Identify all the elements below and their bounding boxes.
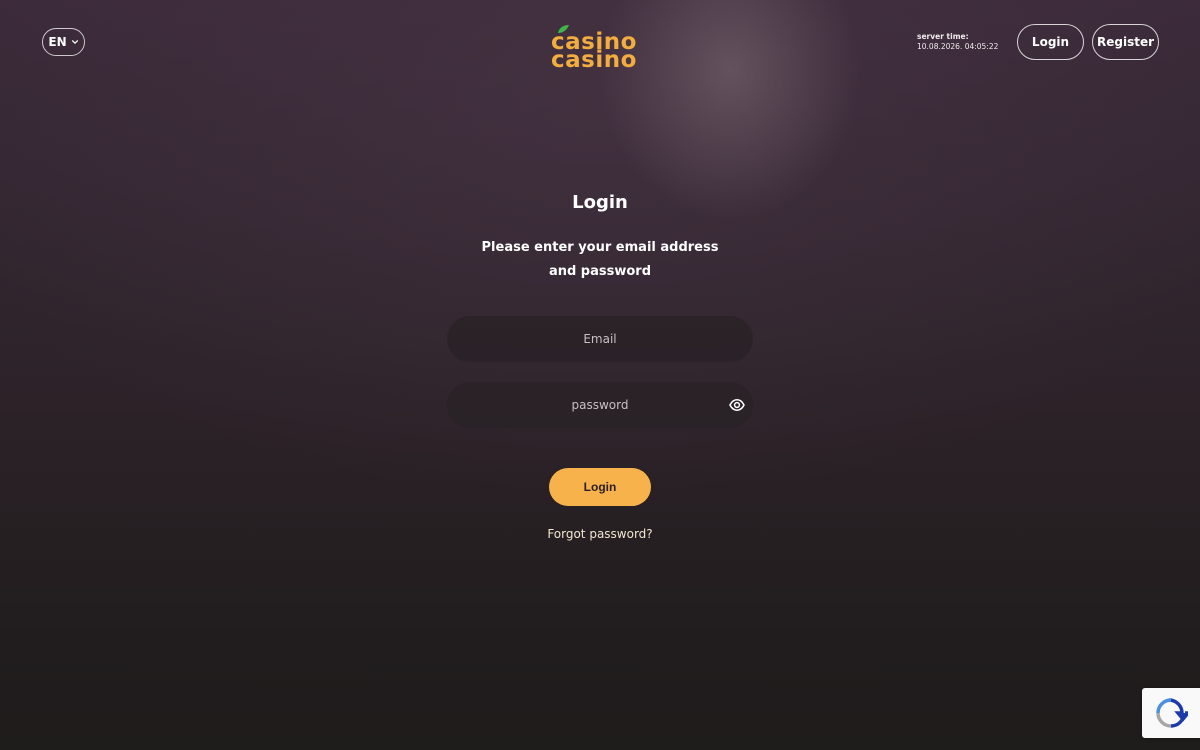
site-logo[interactable]: casino casino (551, 24, 651, 73)
chevron-down-icon (71, 40, 78, 44)
header-login-button[interactable]: Login (1017, 24, 1084, 60)
language-selector[interactable]: EN (42, 28, 85, 56)
recaptcha-icon (1156, 698, 1188, 728)
password-input[interactable] (447, 382, 753, 428)
forgot-password-link[interactable]: Forgot password? (0, 527, 1200, 541)
language-label: EN (48, 35, 67, 49)
server-time: server time: 10.08.2026. 04:05:22 (917, 32, 1007, 52)
email-input[interactable] (447, 316, 753, 362)
header-register-button[interactable]: Register (1092, 24, 1159, 60)
page-title: Login (572, 192, 628, 213)
form-subtitle: Please enter your email address and pass… (481, 240, 719, 279)
logo-text-bottom: casino (551, 47, 637, 73)
eye-icon[interactable] (729, 398, 745, 412)
server-time-label: server time: (917, 32, 969, 41)
email-field-wrapper (447, 316, 753, 362)
server-time-value: 10.08.2026. 04:05:22 (917, 42, 999, 51)
password-field-wrapper (447, 382, 753, 428)
login-submit-button[interactable]: Login (549, 468, 651, 506)
recaptcha-badge[interactable] (1142, 688, 1200, 738)
